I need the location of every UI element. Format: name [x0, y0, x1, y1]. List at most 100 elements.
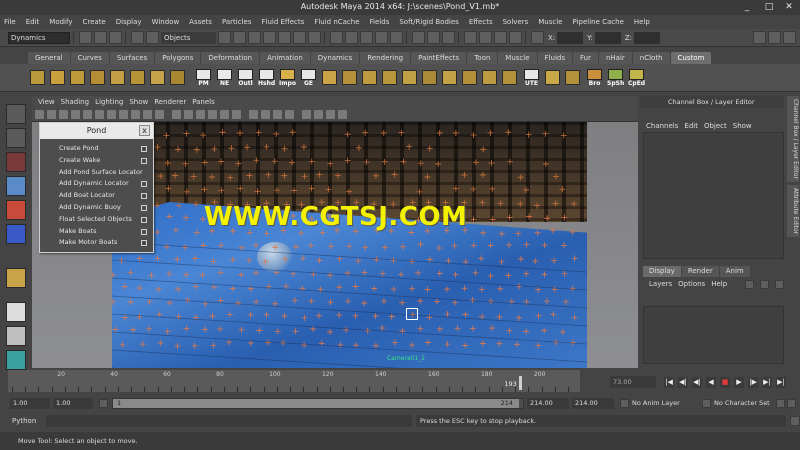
grid-toggle-icon[interactable] — [83, 110, 92, 119]
menu-window[interactable]: Window — [152, 18, 186, 26]
maximize-button[interactable]: □ — [758, 0, 780, 14]
channel-box-toggle-icon[interactable] — [783, 31, 796, 44]
menu-soft-rigid-bodies[interactable]: Soft/Rigid Bodies — [399, 18, 464, 26]
select-handle-icon[interactable] — [218, 31, 231, 44]
shelf-button-impo[interactable]: Impo — [279, 68, 296, 87]
x-field[interactable] — [557, 31, 584, 44]
poly-tool-icon[interactable] — [150, 70, 165, 85]
go-to-end-button[interactable]: ▶| — [776, 376, 786, 388]
select-render-icon[interactable] — [308, 31, 321, 44]
shelf-button-hshd[interactable]: Hshd — [258, 68, 275, 87]
range-lock-icon[interactable] — [99, 398, 108, 408]
shelf-button-pm[interactable]: PM — [195, 68, 212, 87]
select-tool-icon[interactable] — [6, 104, 26, 124]
cube-icon[interactable] — [50, 70, 65, 85]
nurbs-torus-icon[interactable] — [402, 70, 417, 85]
shelf-button-ute[interactable]: UTE — [523, 68, 540, 87]
range-slider-handle[interactable]: 1 214 — [113, 398, 519, 408]
channel-box-area[interactable] — [643, 132, 784, 259]
render-frame-icon[interactable] — [479, 31, 492, 44]
character-set-dropdown[interactable]: No Character Set — [714, 399, 770, 407]
menu-set-dropdown[interactable]: Dynamics — [8, 31, 70, 44]
anim-layer-dropdown[interactable]: No Anim Layer — [632, 399, 700, 407]
y-field[interactable] — [594, 31, 621, 44]
menu-fields[interactable]: Fields — [370, 18, 396, 26]
xray-joints-icon[interactable] — [261, 110, 270, 119]
cylinder-icon[interactable] — [90, 70, 105, 85]
lasso-tool-icon[interactable] — [6, 128, 26, 148]
shelf-tab-muscle[interactable]: Muscle — [498, 52, 537, 64]
move-tool-icon[interactable] — [6, 176, 26, 196]
select-deform-icon[interactable] — [278, 31, 291, 44]
option-box-icon[interactable] — [141, 240, 147, 247]
snap-point-icon[interactable] — [360, 31, 373, 44]
outliner-layout-icon[interactable] — [6, 350, 26, 370]
open-scene-icon[interactable] — [94, 31, 107, 44]
snap-grid-icon[interactable] — [330, 31, 343, 44]
menu-fluid-ncache[interactable]: Fluid nCache — [314, 18, 365, 26]
multisample-icon[interactable] — [326, 110, 335, 119]
stop-button[interactable]: ■ — [720, 376, 730, 388]
option-box-icon[interactable] — [141, 157, 147, 164]
smooth-shade-icon[interactable] — [184, 110, 193, 119]
shelf-button-bro[interactable]: Bro — [586, 68, 603, 87]
use-all-lights-icon[interactable] — [220, 110, 229, 119]
resolution-gate-icon[interactable] — [107, 110, 116, 119]
textured-icon[interactable] — [208, 110, 217, 119]
image-plane-icon[interactable] — [71, 110, 80, 119]
side-tab-attribute-editor[interactable]: Attribute Editor — [787, 184, 799, 238]
layer-tab-display[interactable]: Display — [643, 266, 681, 277]
go-to-start-button[interactable]: |◀ — [664, 376, 674, 388]
viewport-menu-show[interactable]: Show — [129, 98, 148, 106]
step-forward-frame-button[interactable]: |▶ — [748, 376, 758, 388]
shelf-tab-toon[interactable]: Toon — [467, 52, 498, 64]
shelf-button-outl[interactable]: Outl — [237, 68, 254, 87]
shelf-tab-animation[interactable]: Animation — [260, 52, 310, 64]
shelf-tab-painteffects[interactable]: PaintEffects — [411, 52, 467, 64]
option-box-icon[interactable] — [141, 216, 147, 223]
menu-fluid-effects[interactable]: Fluid Effects — [261, 18, 310, 26]
single-perspective-layout-icon[interactable] — [6, 302, 26, 322]
layer-list-area[interactable] — [643, 306, 784, 364]
ipr-render-icon[interactable] — [494, 31, 507, 44]
torus-icon[interactable] — [130, 70, 145, 85]
menu-item-make-boats[interactable]: Make Boats — [40, 226, 153, 238]
menu-edit[interactable]: Edit — [26, 18, 46, 26]
viewport-menu-shading[interactable]: Shading — [61, 98, 89, 106]
select-surface-icon[interactable] — [263, 31, 276, 44]
animation-preferences-icon[interactable] — [786, 398, 796, 408]
camera-select-icon[interactable] — [35, 110, 44, 119]
menu-file[interactable]: File — [4, 18, 22, 26]
input-ops-icon[interactable] — [412, 31, 425, 44]
layer-menu-layers[interactable]: Layers — [649, 280, 672, 288]
shelf-tab-dynamics[interactable]: Dynamics — [310, 52, 360, 64]
channel-menu-edit[interactable]: Edit — [684, 122, 698, 130]
paint-select-tool-icon[interactable] — [6, 152, 26, 172]
layer-tab-render[interactable]: Render — [681, 266, 719, 277]
shelf-tab-rendering[interactable]: Rendering — [360, 52, 411, 64]
soft-body-icon[interactable] — [482, 70, 497, 85]
command-language-toggle[interactable]: Python — [12, 417, 42, 425]
new-layer-from-selection-icon[interactable] — [760, 279, 769, 289]
gate-mask-icon[interactable] — [119, 110, 128, 119]
isolate-select-icon[interactable] — [273, 110, 282, 119]
option-box-icon[interactable] — [141, 146, 147, 152]
shelf-tab-polygons[interactable]: Polygons — [155, 52, 201, 64]
menu-item-create-pond[interactable]: Create Pond — [40, 143, 153, 155]
attribute-editor-toggle-icon[interactable] — [753, 31, 766, 44]
xray-icon[interactable] — [249, 110, 258, 119]
camera-attributes-icon[interactable] — [47, 110, 56, 119]
time-slider[interactable]: 20 40 60 80 100 120 140 160 180 200 193 — [8, 370, 580, 392]
menu-assets[interactable]: Assets — [189, 18, 218, 26]
play-backwards-button[interactable]: ◀ — [706, 376, 716, 388]
ncloth-icon[interactable] — [30, 70, 45, 85]
step-back-frame-button[interactable]: ◀| — [692, 376, 702, 388]
character-set-icon[interactable] — [702, 398, 711, 408]
field-chart-icon[interactable] — [131, 110, 140, 119]
z-field[interactable] — [634, 31, 661, 44]
objects-selector[interactable]: Objects — [161, 31, 216, 44]
four-view-layout-icon[interactable] — [6, 326, 26, 346]
current-frame-marker[interactable] — [519, 376, 523, 390]
anim-layer-icon[interactable] — [620, 398, 629, 408]
shelf-button-cped[interactable]: CpEd — [628, 68, 645, 87]
